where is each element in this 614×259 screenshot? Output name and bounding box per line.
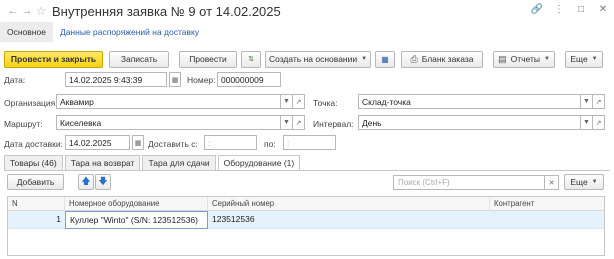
number-field[interactable]: 000000009: [217, 72, 281, 87]
tab-return-containers[interactable]: Тара на возврат: [64, 155, 141, 170]
table-more-label: Еще: [570, 177, 588, 187]
structure-icon[interactable]: ▦: [375, 50, 395, 68]
reports-label: Отчеты: [510, 54, 540, 64]
equipment-table: N Номерное оборудование Серийный номер К…: [7, 196, 605, 256]
delivery-date-label: Дата доставки:: [4, 139, 63, 149]
open-link-icon[interactable]: ↗: [293, 94, 305, 109]
report-icon: ▤: [498, 53, 507, 64]
row-number: 1: [56, 213, 61, 224]
star-icon[interactable]: ☆: [34, 4, 48, 18]
chevron-down-icon: ▼: [591, 179, 598, 185]
forward-arrow-icon[interactable]: →: [20, 4, 34, 18]
tab-containers-to-hand-over[interactable]: Тара для сдачи: [142, 155, 216, 170]
tab-divider: [4, 170, 610, 171]
post-button[interactable]: Провести: [179, 50, 237, 68]
number-label: Номер:: [187, 75, 216, 85]
table-more-button[interactable]: Еще ▼: [564, 174, 604, 190]
dropdown-icon[interactable]: ▼: [281, 115, 293, 130]
window-title: Внутренняя заявка № 9 от 14.02.2025: [52, 3, 281, 19]
order-form-button[interactable]: ⎙ Бланк заказа: [401, 50, 483, 68]
post-and-close-button[interactable]: Провести и закрыть: [4, 50, 103, 68]
debit-credit-icon[interactable]: ⇅: [241, 50, 261, 68]
order-form-label: Бланк заказа: [421, 54, 474, 64]
equipment-cell[interactable]: Куллер "Winto" (S/N: 123512536): [65, 210, 208, 229]
add-button[interactable]: Добавить: [7, 174, 64, 190]
maximize-icon[interactable]: □: [574, 3, 588, 17]
deliver-to-field[interactable]: :: [283, 135, 336, 150]
dropdown-icon[interactable]: ▼: [581, 94, 593, 109]
top-tabs: Основное Данные распоряжений на доставку: [0, 22, 614, 42]
open-link-icon[interactable]: ↗: [293, 115, 305, 130]
organization-field[interactable]: Аквамир: [56, 94, 281, 109]
route-field[interactable]: Киселевка: [56, 115, 281, 130]
date-field[interactable]: 14.02.2025 9:43:39: [65, 72, 167, 87]
interval-label: Интервал:: [313, 119, 354, 129]
table-row[interactable]: 1 Куллер "Winto" (S/N: 123512536) 123512…: [8, 210, 604, 229]
link-icon[interactable]: 🔗: [530, 3, 544, 17]
dropdown-icon[interactable]: ▼: [581, 115, 593, 130]
title-bar: ← → ☆ Внутренняя заявка № 9 от 14.02.202…: [6, 2, 281, 20]
calendar-icon[interactable]: ▦: [169, 72, 181, 87]
interval-field[interactable]: День: [358, 115, 581, 130]
tab-main[interactable]: Основное: [0, 22, 53, 42]
deliver-from-field[interactable]: :: [204, 135, 257, 150]
close-icon[interactable]: ✕: [596, 3, 610, 17]
calendar-icon[interactable]: ▦: [132, 135, 144, 150]
route-label: Маршрут:: [4, 119, 43, 129]
counterparty-cell[interactable]: [490, 211, 604, 229]
command-bar: Провести и закрыть Записать Провести ⇅ С…: [4, 49, 610, 69]
printer-icon: ⎙: [410, 53, 418, 64]
create-based-on-button[interactable]: Создать на основании ▼: [265, 50, 371, 68]
open-link-icon[interactable]: ↗: [593, 115, 605, 130]
column-header-counterparty[interactable]: Контрагент: [490, 197, 604, 211]
more-button[interactable]: Еще ▼: [565, 50, 603, 68]
point-label: Точка:: [313, 98, 338, 108]
serial-cell[interactable]: 123512536: [208, 211, 490, 229]
table-header: N Номерное оборудование Серийный номер К…: [8, 196, 604, 211]
chevron-down-icon: ▼: [361, 56, 368, 62]
chevron-down-icon: ▼: [591, 56, 598, 62]
deliver-from-label: Доставить с:: [148, 139, 198, 149]
search-input[interactable]: Поиск (Ctrl+F): [393, 175, 545, 190]
create-based-on-label: Создать на основании: [268, 54, 358, 64]
deliver-to-label: по:: [264, 139, 276, 149]
tab-goods[interactable]: Товары (46): [4, 155, 63, 170]
move-up-icon[interactable]: 🡅: [78, 174, 94, 190]
dropdown-icon[interactable]: ▼: [281, 94, 293, 109]
tab-equipment[interactable]: Оборудование (1): [217, 155, 301, 170]
column-header-serial[interactable]: Серийный номер: [208, 196, 490, 211]
chevron-down-icon: ▼: [543, 56, 550, 62]
tab-distribution[interactable]: Данные распоряжений на доставку: [53, 22, 206, 42]
point-field[interactable]: Склад-точка: [358, 94, 581, 109]
column-header-n[interactable]: N: [8, 196, 65, 211]
date-label: Дата:: [4, 75, 26, 85]
window-controls: 🔗 ⋮ □ ✕: [522, 3, 610, 17]
back-arrow-icon[interactable]: ←: [6, 4, 20, 18]
delivery-date-field[interactable]: 14.02.2025: [65, 135, 130, 150]
move-down-icon[interactable]: 🡇: [95, 174, 111, 190]
column-header-equipment[interactable]: Номерное оборудование: [65, 196, 208, 211]
form-tabs: Товары (46) Тара на возврат Тара для сда…: [4, 155, 302, 170]
more-menu-icon[interactable]: ⋮: [552, 3, 566, 17]
save-button[interactable]: Записать: [109, 50, 169, 68]
clear-search-icon[interactable]: ✕: [545, 175, 559, 190]
reports-button[interactable]: ▤ Отчеты ▼: [493, 50, 555, 68]
open-link-icon[interactable]: ↗: [593, 94, 605, 109]
more-label: Еще: [570, 54, 588, 64]
organization-label: Организация:: [4, 98, 58, 108]
